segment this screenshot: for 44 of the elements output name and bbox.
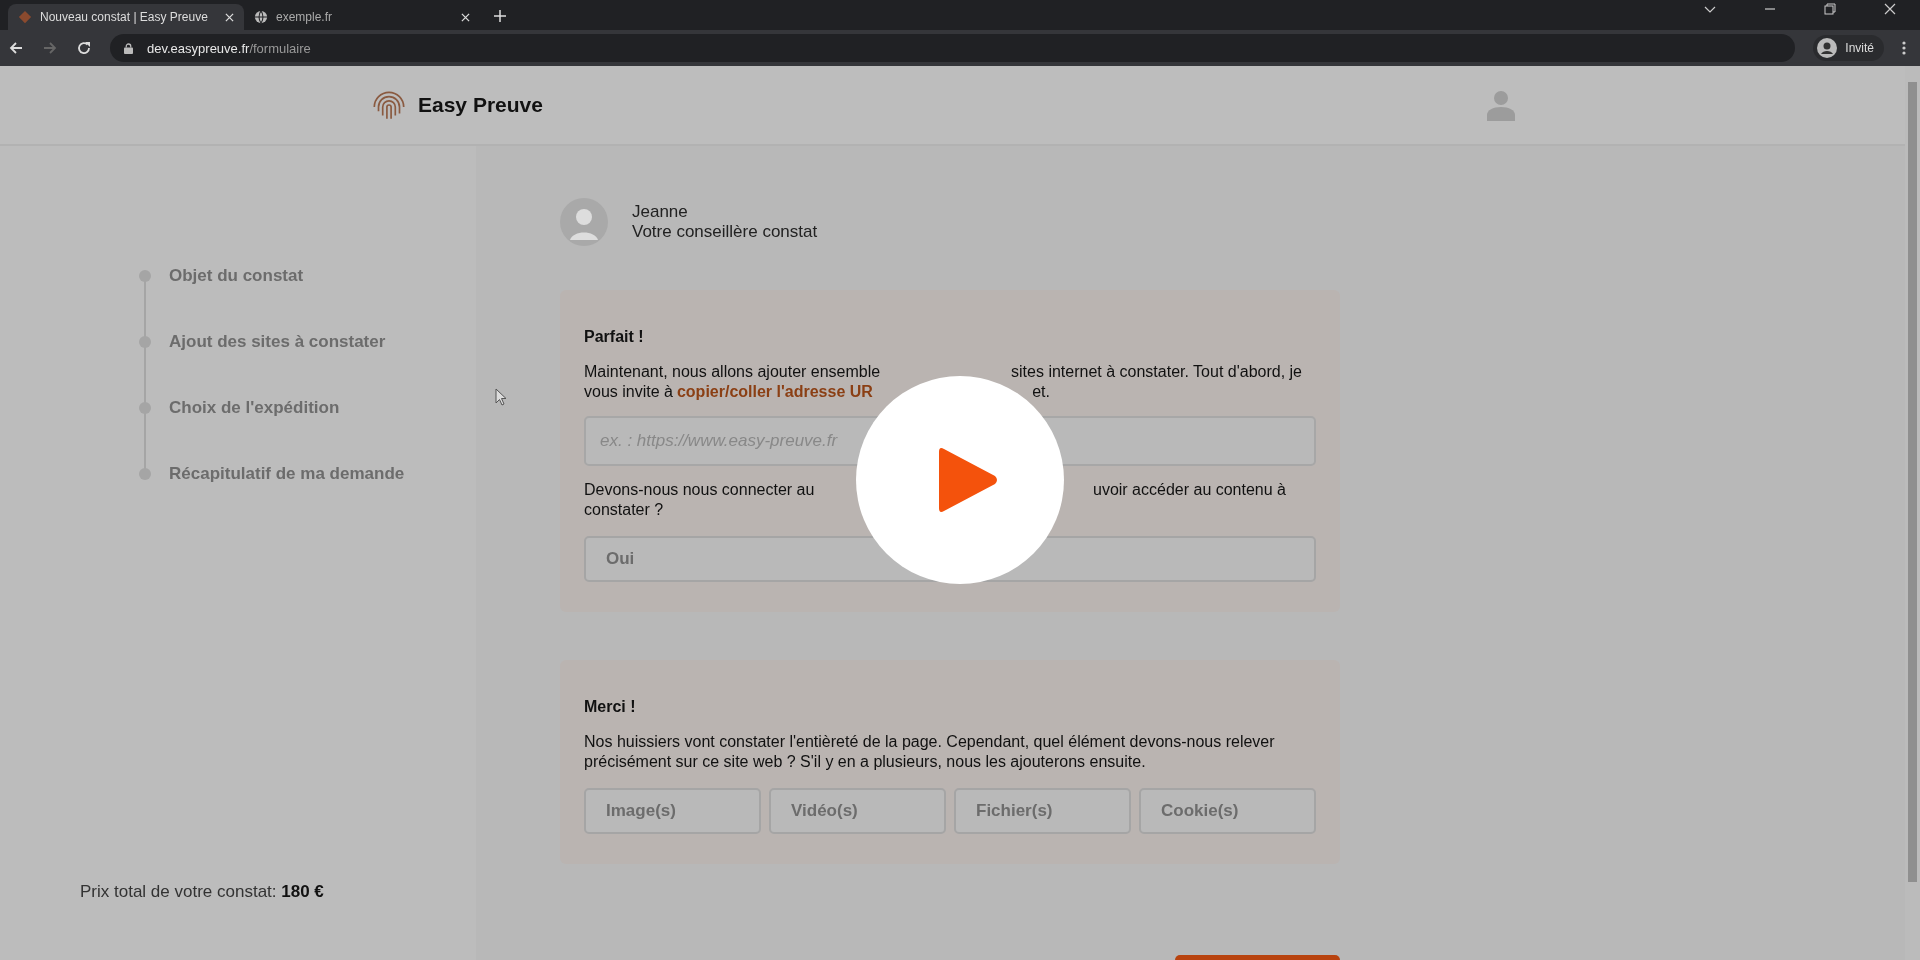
- scrollbar-thumb[interactable]: [1908, 82, 1917, 882]
- choice-button[interactable]: Fichier(s): [954, 788, 1131, 834]
- lock-icon: [124, 42, 133, 54]
- choice-button[interactable]: Cookie(s): [1139, 788, 1316, 834]
- avatar-icon: [560, 198, 608, 246]
- step-label[interactable]: Objet du constat: [169, 266, 304, 286]
- choice-button[interactable]: Vidéo(s): [769, 788, 946, 834]
- back-icon[interactable]: [8, 40, 24, 56]
- fingerprint-icon: [18, 10, 32, 24]
- total-price: Prix total de votre constat: 180 €: [79, 882, 325, 902]
- menu-icon[interactable]: [1902, 40, 1906, 56]
- message-text: et.: [1032, 382, 1050, 402]
- address-bar[interactable]: dev.easypreuve.fr/formulaire: [110, 34, 1796, 62]
- message-text: vous invite à: [584, 382, 673, 402]
- choice-button[interactable]: Image(s): [584, 788, 761, 834]
- globe-icon: [254, 10, 268, 24]
- reload-icon[interactable]: [76, 40, 92, 56]
- profile-button[interactable]: Invité: [1813, 35, 1884, 61]
- question-text: constater ?: [584, 500, 664, 520]
- step-label[interactable]: Choix de l'expédition: [169, 398, 340, 418]
- cursor-icon: [495, 388, 507, 406]
- link[interactable]: copier/coller l'adresse UR: [676, 382, 873, 402]
- question-text: uvoir accéder au contenu à: [1093, 480, 1286, 500]
- message-text: Nos huissiers vont constater l'entièreté de la page. Cependant, quel élément devons-nous relever précisément sur ce site web ? S'il y en a plusieurs, nous les ajouterons ensuite.: [584, 732, 1276, 772]
- brand-name: Easy Preuve: [418, 93, 543, 117]
- browser-tab[interactable]: exemple.fr: [244, 4, 480, 30]
- restore-icon[interactable]: [1824, 3, 1836, 15]
- message-title: Merci !: [584, 698, 637, 716]
- message-title: Parfait !: [584, 328, 645, 346]
- close-icon[interactable]: [1884, 3, 1896, 15]
- plus-icon[interactable]: [494, 10, 506, 22]
- person-icon: [1817, 38, 1838, 58]
- step-label[interactable]: Récapitulatif de ma demande: [169, 464, 405, 484]
- message-text: sites internet à constater. Tout d'abord, je: [1011, 362, 1302, 382]
- question-text: Devons-nous nous connecter au: [584, 480, 815, 500]
- message-text: Maintenant, nous allons ajouter ensemble: [584, 362, 881, 382]
- close-icon[interactable]: [225, 12, 234, 22]
- browser-tab[interactable]: Nouveau constat | Easy Preuve: [8, 4, 244, 30]
- step-label[interactable]: Ajout des sites à constater: [169, 332, 386, 352]
- advisor-role: Votre conseillère constat: [632, 222, 818, 242]
- url-path: /formulaire: [249, 40, 311, 56]
- advisor-name: Jeanne: [632, 202, 689, 222]
- url-host: dev.easypreuve.fr: [147, 40, 250, 56]
- close-icon[interactable]: [461, 12, 470, 22]
